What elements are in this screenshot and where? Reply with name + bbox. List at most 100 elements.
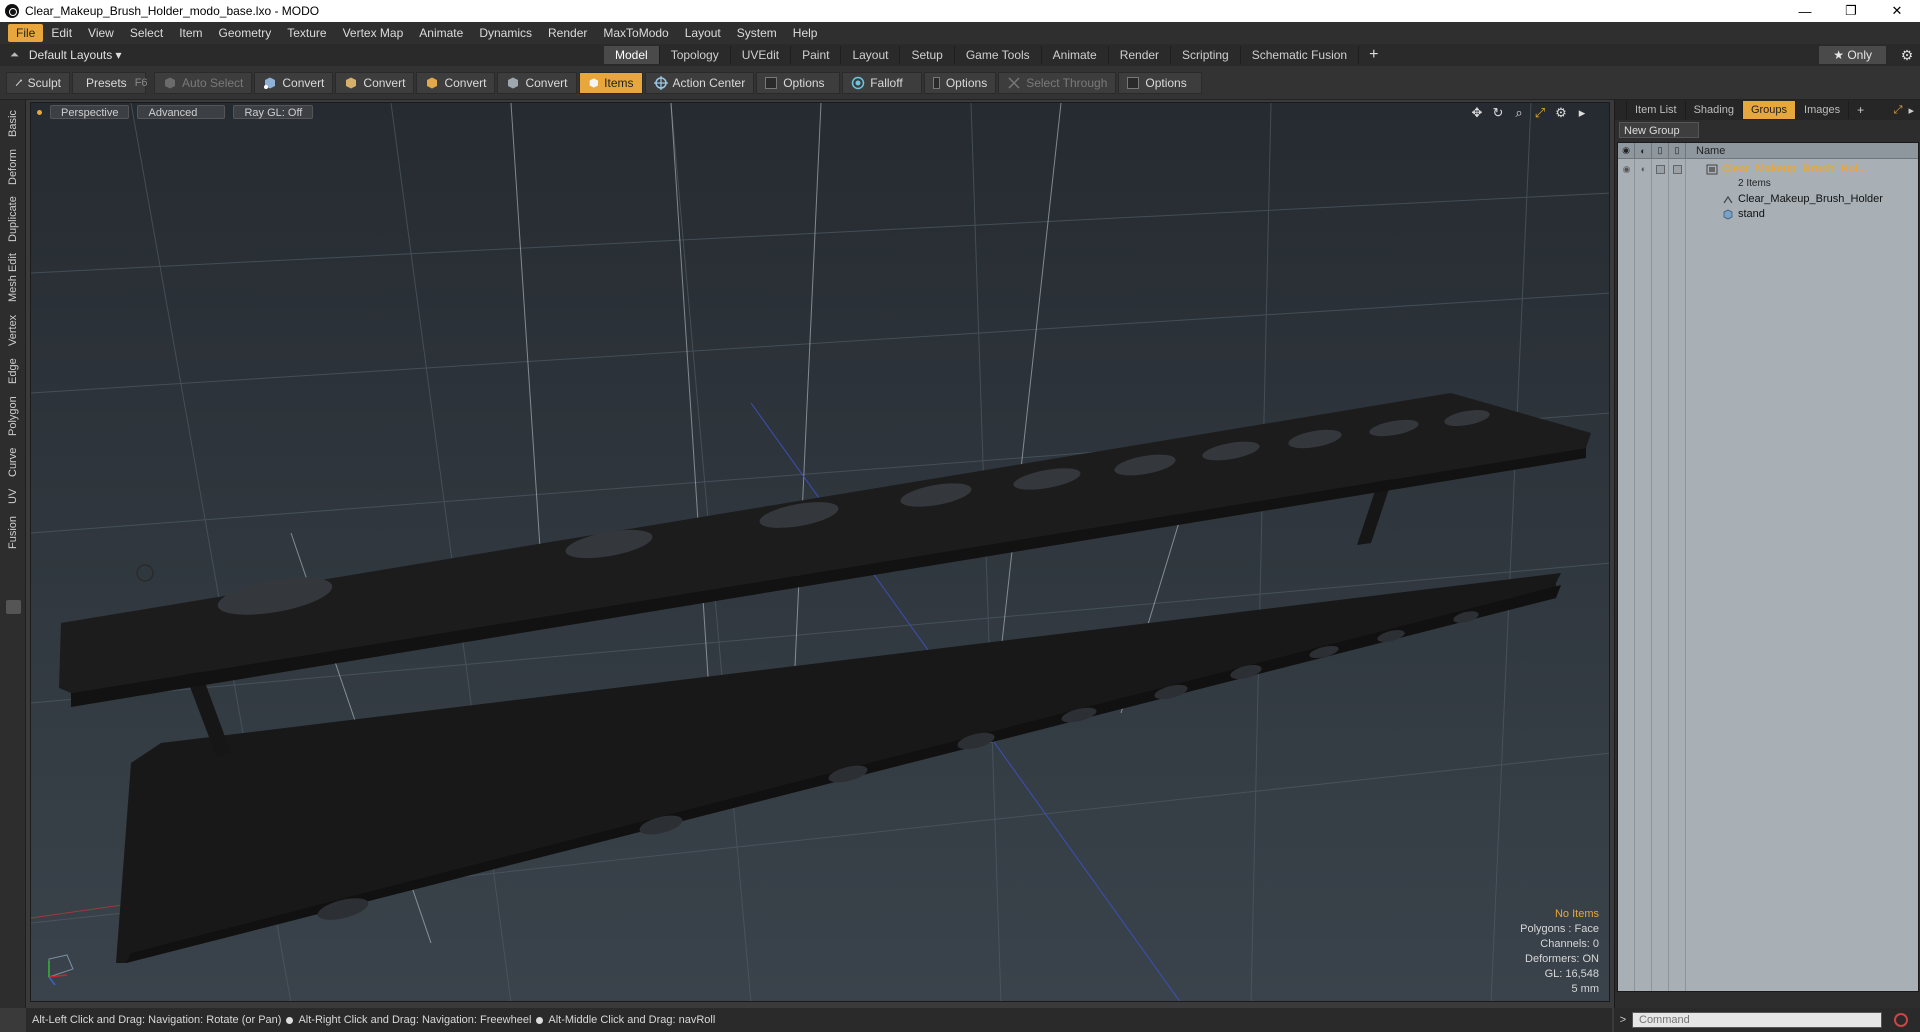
vtab-edge[interactable]: Edge bbox=[0, 354, 26, 388]
vtab-duplicate[interactable]: Duplicate bbox=[0, 192, 26, 246]
mesh-cube-icon bbox=[1723, 209, 1733, 220]
command-input[interactable] bbox=[1632, 1012, 1882, 1028]
sculpt-button[interactable]: Sculpt bbox=[6, 71, 70, 94]
render-icon[interactable]: ◐ bbox=[1635, 142, 1652, 159]
only-button[interactable]: ★ Only bbox=[1819, 46, 1886, 64]
rotate-icon[interactable]: ↻ bbox=[1491, 105, 1505, 121]
vtab-polygon[interactable]: Polygon bbox=[0, 392, 26, 440]
select-through-options-button[interactable]: Options bbox=[1118, 71, 1203, 94]
vtab-fusion[interactable]: Fusion bbox=[0, 512, 26, 552]
menu-dynamics[interactable]: Dynamics bbox=[471, 24, 540, 42]
tab-uvedit[interactable]: UVEdit bbox=[731, 46, 792, 64]
menu-select[interactable]: Select bbox=[122, 24, 171, 42]
tab-render[interactable]: Render bbox=[1109, 46, 1172, 64]
pan-icon[interactable]: ✥ bbox=[1470, 105, 1484, 121]
new-group-button[interactable]: New Group bbox=[1619, 122, 1699, 138]
group-item-row[interactable]: Clear_Makeup_Brush_Holder bbox=[1618, 191, 1918, 207]
items-mode-button[interactable]: Items bbox=[578, 71, 643, 94]
tab-item-list[interactable]: Item List bbox=[1627, 101, 1686, 119]
tab-paint[interactable]: Paint bbox=[791, 46, 842, 64]
viewport-menu-dot-icon[interactable] bbox=[37, 109, 42, 115]
select-icon[interactable]: ▯ bbox=[1669, 142, 1686, 159]
lock-icon[interactable]: ▯ bbox=[1652, 142, 1669, 159]
group-item-count: 2 Items bbox=[1738, 177, 1771, 189]
menu-animate[interactable]: Animate bbox=[411, 24, 471, 42]
group-select-checkbox[interactable] bbox=[1673, 164, 1682, 174]
layout-collapse-icon[interactable]: ⏶ bbox=[10, 49, 19, 62]
close-button[interactable]: ✕ bbox=[1874, 0, 1920, 22]
name-column-header[interactable]: Name bbox=[1686, 145, 1725, 157]
vtab-mesh-edit[interactable]: Mesh Edit bbox=[0, 250, 26, 306]
modo-app-icon bbox=[5, 4, 19, 18]
vtab-uv[interactable]: UV bbox=[0, 484, 26, 508]
add-tab-icon[interactable]: + bbox=[1359, 46, 1388, 64]
panel-menu-icon[interactable] bbox=[1615, 101, 1627, 119]
menu-vertex-map[interactable]: Vertex Map bbox=[335, 24, 412, 42]
action-center-options-button[interactable]: Options bbox=[756, 71, 841, 94]
layout-selector[interactable]: Default Layouts ▾ bbox=[29, 48, 122, 62]
tab-shading[interactable]: Shading bbox=[1686, 101, 1743, 119]
presets-button[interactable]: Presets F6 bbox=[72, 71, 148, 94]
menu-edit[interactable]: Edit bbox=[43, 24, 80, 42]
tab-model[interactable]: Model bbox=[604, 46, 660, 64]
tab-groups[interactable]: Groups bbox=[1742, 101, 1797, 119]
select-through-button[interactable]: Select Through bbox=[998, 71, 1117, 94]
menu-geometry[interactable]: Geometry bbox=[211, 24, 280, 42]
menu-render[interactable]: Render bbox=[540, 24, 595, 42]
tab-topology[interactable]: Topology bbox=[660, 46, 731, 64]
group-lock-checkbox[interactable] bbox=[1656, 164, 1665, 174]
3d-viewport[interactable]: Perspective Advanced Ray GL: Off ✥ ↻ ⌕ ⤢… bbox=[30, 102, 1610, 1002]
menu-file[interactable]: File bbox=[8, 24, 44, 42]
convert-edge-button[interactable]: Convert bbox=[335, 71, 415, 94]
group-item-row[interactable]: stand bbox=[1618, 206, 1918, 222]
tab-animate[interactable]: Animate bbox=[1042, 46, 1109, 64]
convert-material-button[interactable]: Convert bbox=[497, 71, 577, 94]
viewport-settings-icon[interactable]: ⚙ bbox=[1554, 105, 1568, 121]
vtab-basic[interactable]: Basic bbox=[0, 106, 26, 142]
vtab-deform[interactable]: Deform bbox=[0, 146, 26, 188]
menu-view[interactable]: View bbox=[80, 24, 122, 42]
gear-icon[interactable]: ⚙ bbox=[1894, 47, 1920, 64]
options-checkbox-2[interactable] bbox=[933, 76, 940, 89]
toolbox-toggle-button[interactable] bbox=[6, 600, 21, 614]
item-name-stand: stand bbox=[1738, 208, 1765, 220]
axis-orientation-icon bbox=[48, 954, 74, 986]
zoom-icon[interactable]: ⌕ bbox=[1512, 105, 1526, 121]
panel-expand-icon[interactable]: ⤢ bbox=[1894, 104, 1903, 117]
minimize-button[interactable]: — bbox=[1782, 0, 1828, 22]
menu-help[interactable]: Help bbox=[785, 24, 826, 42]
options-checkbox-3[interactable] bbox=[1127, 76, 1140, 89]
panel-arrow-icon[interactable]: ▸ bbox=[1908, 104, 1914, 117]
convert-polygon-button[interactable]: Convert bbox=[416, 71, 496, 94]
vtab-curve[interactable]: Curve bbox=[0, 444, 26, 480]
auto-select-button[interactable]: Auto Select bbox=[154, 71, 253, 94]
action-center-button[interactable]: Action Center bbox=[644, 71, 755, 94]
convert-vertex-button[interactable]: Convert bbox=[254, 71, 334, 94]
tab-setup[interactable]: Setup bbox=[900, 46, 955, 64]
tab-game-tools[interactable]: Game Tools bbox=[955, 46, 1042, 64]
group-render-icon[interactable]: ◐ bbox=[1635, 164, 1652, 175]
fit-icon[interactable]: ⤢ bbox=[1533, 105, 1547, 121]
add-panel-tab-icon[interactable]: + bbox=[1849, 103, 1872, 117]
options-checkbox-1[interactable] bbox=[765, 76, 778, 89]
visibility-eye-icon[interactable]: ◉ bbox=[1618, 142, 1635, 159]
perspective-dropdown[interactable]: Perspective bbox=[50, 105, 130, 119]
tab-schematic-fusion[interactable]: Schematic Fusion bbox=[1241, 46, 1360, 64]
falloff-button[interactable]: Falloff bbox=[842, 71, 923, 94]
raygl-dropdown[interactable]: Ray GL: Off bbox=[233, 105, 314, 119]
menu-maxtomodo[interactable]: MaxToModo bbox=[595, 24, 676, 42]
tab-images[interactable]: Images bbox=[1796, 101, 1850, 119]
advanced-dropdown[interactable]: Advanced bbox=[137, 105, 226, 119]
menu-item[interactable]: Item bbox=[171, 24, 210, 42]
tab-layout[interactable]: Layout bbox=[841, 46, 901, 64]
maximize-button[interactable]: ❐ bbox=[1828, 0, 1874, 22]
expand-arrow-icon[interactable]: ▸ bbox=[1575, 105, 1589, 121]
menu-layout[interactable]: Layout bbox=[677, 24, 729, 42]
group-visibility-icon[interactable]: ◉ bbox=[1618, 164, 1635, 175]
menu-texture[interactable]: Texture bbox=[279, 24, 334, 42]
falloff-options-button[interactable]: Options bbox=[924, 71, 997, 94]
tab-scripting[interactable]: Scripting bbox=[1171, 46, 1241, 64]
menu-system[interactable]: System bbox=[729, 24, 785, 42]
vtab-vertex[interactable]: Vertex bbox=[0, 310, 26, 350]
stop-icon[interactable] bbox=[1894, 1013, 1908, 1027]
